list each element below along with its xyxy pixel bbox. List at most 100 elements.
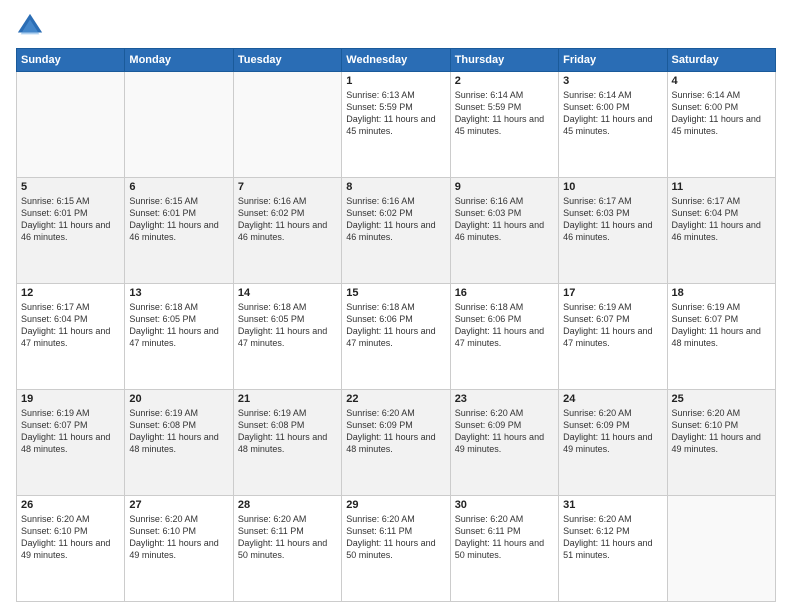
calendar-cell bbox=[233, 72, 341, 178]
calendar-week-row: 19 Sunrise: 6:19 AMSunset: 6:07 PMDayligh… bbox=[17, 390, 776, 496]
day-info: Sunrise: 6:19 AMSunset: 6:08 PMDaylight:… bbox=[129, 407, 228, 456]
calendar-table: SundayMondayTuesdayWednesdayThursdayFrid… bbox=[16, 48, 776, 602]
day-number: 2 bbox=[455, 75, 554, 87]
day-info: Sunrise: 6:20 AMSunset: 6:11 PMDaylight:… bbox=[238, 513, 337, 562]
day-number: 9 bbox=[455, 181, 554, 193]
calendar-cell: 30 Sunrise: 6:20 AMSunset: 6:11 PMDayligh… bbox=[450, 496, 558, 602]
calendar-cell: 8 Sunrise: 6:16 AMSunset: 6:02 PMDaylight… bbox=[342, 178, 450, 284]
day-number: 1 bbox=[346, 75, 445, 87]
calendar-cell: 19 Sunrise: 6:19 AMSunset: 6:07 PMDayligh… bbox=[17, 390, 125, 496]
day-number: 15 bbox=[346, 287, 445, 299]
day-number: 12 bbox=[21, 287, 120, 299]
logo bbox=[16, 12, 50, 40]
calendar-cell: 24 Sunrise: 6:20 AMSunset: 6:09 PMDayligh… bbox=[559, 390, 667, 496]
day-info: Sunrise: 6:20 AMSunset: 6:09 PMDaylight:… bbox=[563, 407, 662, 456]
day-info: Sunrise: 6:19 AMSunset: 6:07 PMDaylight:… bbox=[563, 301, 662, 350]
day-number: 22 bbox=[346, 393, 445, 405]
calendar-week-row: 26 Sunrise: 6:20 AMSunset: 6:10 PMDayligh… bbox=[17, 496, 776, 602]
calendar-cell: 20 Sunrise: 6:19 AMSunset: 6:08 PMDayligh… bbox=[125, 390, 233, 496]
day-info: Sunrise: 6:14 AMSunset: 6:00 PMDaylight:… bbox=[672, 89, 771, 138]
day-number: 5 bbox=[21, 181, 120, 193]
calendar-cell: 25 Sunrise: 6:20 AMSunset: 6:10 PMDayligh… bbox=[667, 390, 775, 496]
day-number: 4 bbox=[672, 75, 771, 87]
day-info: Sunrise: 6:19 AMSunset: 6:07 PMDaylight:… bbox=[672, 301, 771, 350]
weekday-header: Sunday bbox=[17, 49, 125, 72]
day-number: 24 bbox=[563, 393, 662, 405]
day-info: Sunrise: 6:16 AMSunset: 6:02 PMDaylight:… bbox=[346, 195, 445, 244]
day-info: Sunrise: 6:16 AMSunset: 6:02 PMDaylight:… bbox=[238, 195, 337, 244]
day-info: Sunrise: 6:17 AMSunset: 6:03 PMDaylight:… bbox=[563, 195, 662, 244]
calendar-cell: 21Sunrise: 6:19 AMSunset: 6:08 PMDayligh… bbox=[233, 390, 341, 496]
calendar-cell: 12 Sunrise: 6:17 AMSunset: 6:04 PMDayligh… bbox=[17, 284, 125, 390]
day-info: Sunrise: 6:14 AMSunset: 6:00 PMDaylight:… bbox=[563, 89, 662, 138]
day-number: 14 bbox=[238, 287, 337, 299]
day-info: Sunrise: 6:18 AMSunset: 6:05 PMDaylight:… bbox=[238, 301, 337, 350]
day-info: Sunrise: 6:18 AMSunset: 6:06 PMDaylight:… bbox=[455, 301, 554, 350]
weekday-header: Wednesday bbox=[342, 49, 450, 72]
day-info: Sunrise: 6:19 AMSunset: 6:07 PMDaylight:… bbox=[21, 407, 120, 456]
day-info: Sunrise: 6:17 AMSunset: 6:04 PMDaylight:… bbox=[21, 301, 120, 350]
calendar-cell: 11 Sunrise: 6:17 AMSunset: 6:04 PMDayligh… bbox=[667, 178, 775, 284]
day-number: 30 bbox=[455, 499, 554, 511]
day-info: Sunrise: 6:20 AMSunset: 6:10 PMDaylight:… bbox=[672, 407, 771, 456]
calendar-cell: 9 Sunrise: 6:16 AMSunset: 6:03 PMDaylight… bbox=[450, 178, 558, 284]
page: SundayMondayTuesdayWednesdayThursdayFrid… bbox=[0, 0, 792, 612]
day-info: Sunrise: 6:14 AMSunset: 5:59 PMDaylight:… bbox=[455, 89, 554, 138]
calendar-cell: 18 Sunrise: 6:19 AMSunset: 6:07 PMDayligh… bbox=[667, 284, 775, 390]
day-number: 18 bbox=[672, 287, 771, 299]
day-info: Sunrise: 6:15 AMSunset: 6:01 PMDaylight:… bbox=[21, 195, 120, 244]
day-number: 21 bbox=[238, 393, 337, 405]
day-info: Sunrise: 6:17 AMSunset: 6:04 PMDaylight:… bbox=[672, 195, 771, 244]
calendar-cell: 13 Sunrise: 6:18 AMSunset: 6:05 PMDayligh… bbox=[125, 284, 233, 390]
day-info: Sunrise: 6:18 AMSunset: 6:06 PMDaylight:… bbox=[346, 301, 445, 350]
calendar-cell: 28Sunrise: 6:20 AMSunset: 6:11 PMDayligh… bbox=[233, 496, 341, 602]
calendar-cell: 26 Sunrise: 6:20 AMSunset: 6:10 PMDayligh… bbox=[17, 496, 125, 602]
day-number: 7 bbox=[238, 181, 337, 193]
day-number: 17 bbox=[563, 287, 662, 299]
weekday-header: Thursday bbox=[450, 49, 558, 72]
calendar-header-row: SundayMondayTuesdayWednesdayThursdayFrid… bbox=[17, 49, 776, 72]
day-number: 26 bbox=[21, 499, 120, 511]
header bbox=[16, 12, 776, 40]
day-info: Sunrise: 6:20 AMSunset: 6:09 PMDaylight:… bbox=[455, 407, 554, 456]
calendar-cell: 22 Sunrise: 6:20 AMSunset: 6:09 PMDayligh… bbox=[342, 390, 450, 496]
day-number: 8 bbox=[346, 181, 445, 193]
calendar-cell bbox=[17, 72, 125, 178]
day-info: Sunrise: 6:13 AMSunset: 5:59 PMDaylight:… bbox=[346, 89, 445, 138]
calendar-week-row: 5 Sunrise: 6:15 AMSunset: 6:01 PMDaylight… bbox=[17, 178, 776, 284]
day-number: 13 bbox=[129, 287, 228, 299]
calendar-cell: 29 Sunrise: 6:20 AMSunset: 6:11 PMDayligh… bbox=[342, 496, 450, 602]
calendar-cell: 5 Sunrise: 6:15 AMSunset: 6:01 PMDaylight… bbox=[17, 178, 125, 284]
day-number: 31 bbox=[563, 499, 662, 511]
day-number: 19 bbox=[21, 393, 120, 405]
day-info: Sunrise: 6:20 AMSunset: 6:11 PMDaylight:… bbox=[346, 513, 445, 562]
day-number: 20 bbox=[129, 393, 228, 405]
day-info: Sunrise: 6:20 AMSunset: 6:11 PMDaylight:… bbox=[455, 513, 554, 562]
weekday-header: Monday bbox=[125, 49, 233, 72]
calendar-cell: 6 Sunrise: 6:15 AMSunset: 6:01 PMDaylight… bbox=[125, 178, 233, 284]
day-number: 11 bbox=[672, 181, 771, 193]
calendar-cell: 14 Sunrise: 6:18 AMSunset: 6:05 PMDayligh… bbox=[233, 284, 341, 390]
day-info: Sunrise: 6:20 AMSunset: 6:09 PMDaylight:… bbox=[346, 407, 445, 456]
day-number: 3 bbox=[563, 75, 662, 87]
calendar-week-row: 12 Sunrise: 6:17 AMSunset: 6:04 PMDayligh… bbox=[17, 284, 776, 390]
calendar-cell: 1 Sunrise: 6:13 AMSunset: 5:59 PMDaylight… bbox=[342, 72, 450, 178]
day-info: Sunrise: 6:18 AMSunset: 6:05 PMDaylight:… bbox=[129, 301, 228, 350]
day-number: 6 bbox=[129, 181, 228, 193]
calendar-cell: 16Sunrise: 6:18 AMSunset: 6:06 PMDayligh… bbox=[450, 284, 558, 390]
day-info: Sunrise: 6:20 AMSunset: 6:10 PMDaylight:… bbox=[21, 513, 120, 562]
calendar-cell bbox=[667, 496, 775, 602]
weekday-header: Saturday bbox=[667, 49, 775, 72]
day-info: Sunrise: 6:16 AMSunset: 6:03 PMDaylight:… bbox=[455, 195, 554, 244]
calendar-cell: 27Sunrise: 6:20 AMSunset: 6:10 PMDayligh… bbox=[125, 496, 233, 602]
calendar-cell: 4 Sunrise: 6:14 AMSunset: 6:00 PMDaylight… bbox=[667, 72, 775, 178]
calendar-cell: 15 Sunrise: 6:18 AMSunset: 6:06 PMDayligh… bbox=[342, 284, 450, 390]
logo-icon bbox=[16, 12, 44, 40]
day-number: 29 bbox=[346, 499, 445, 511]
day-info: Sunrise: 6:20 AMSunset: 6:12 PMDaylight:… bbox=[563, 513, 662, 562]
day-number: 25 bbox=[672, 393, 771, 405]
calendar-cell: 7 Sunrise: 6:16 AMSunset: 6:02 PMDaylight… bbox=[233, 178, 341, 284]
day-info: Sunrise: 6:15 AMSunset: 6:01 PMDaylight:… bbox=[129, 195, 228, 244]
calendar-cell: 3 Sunrise: 6:14 AMSunset: 6:00 PMDaylight… bbox=[559, 72, 667, 178]
weekday-header: Friday bbox=[559, 49, 667, 72]
